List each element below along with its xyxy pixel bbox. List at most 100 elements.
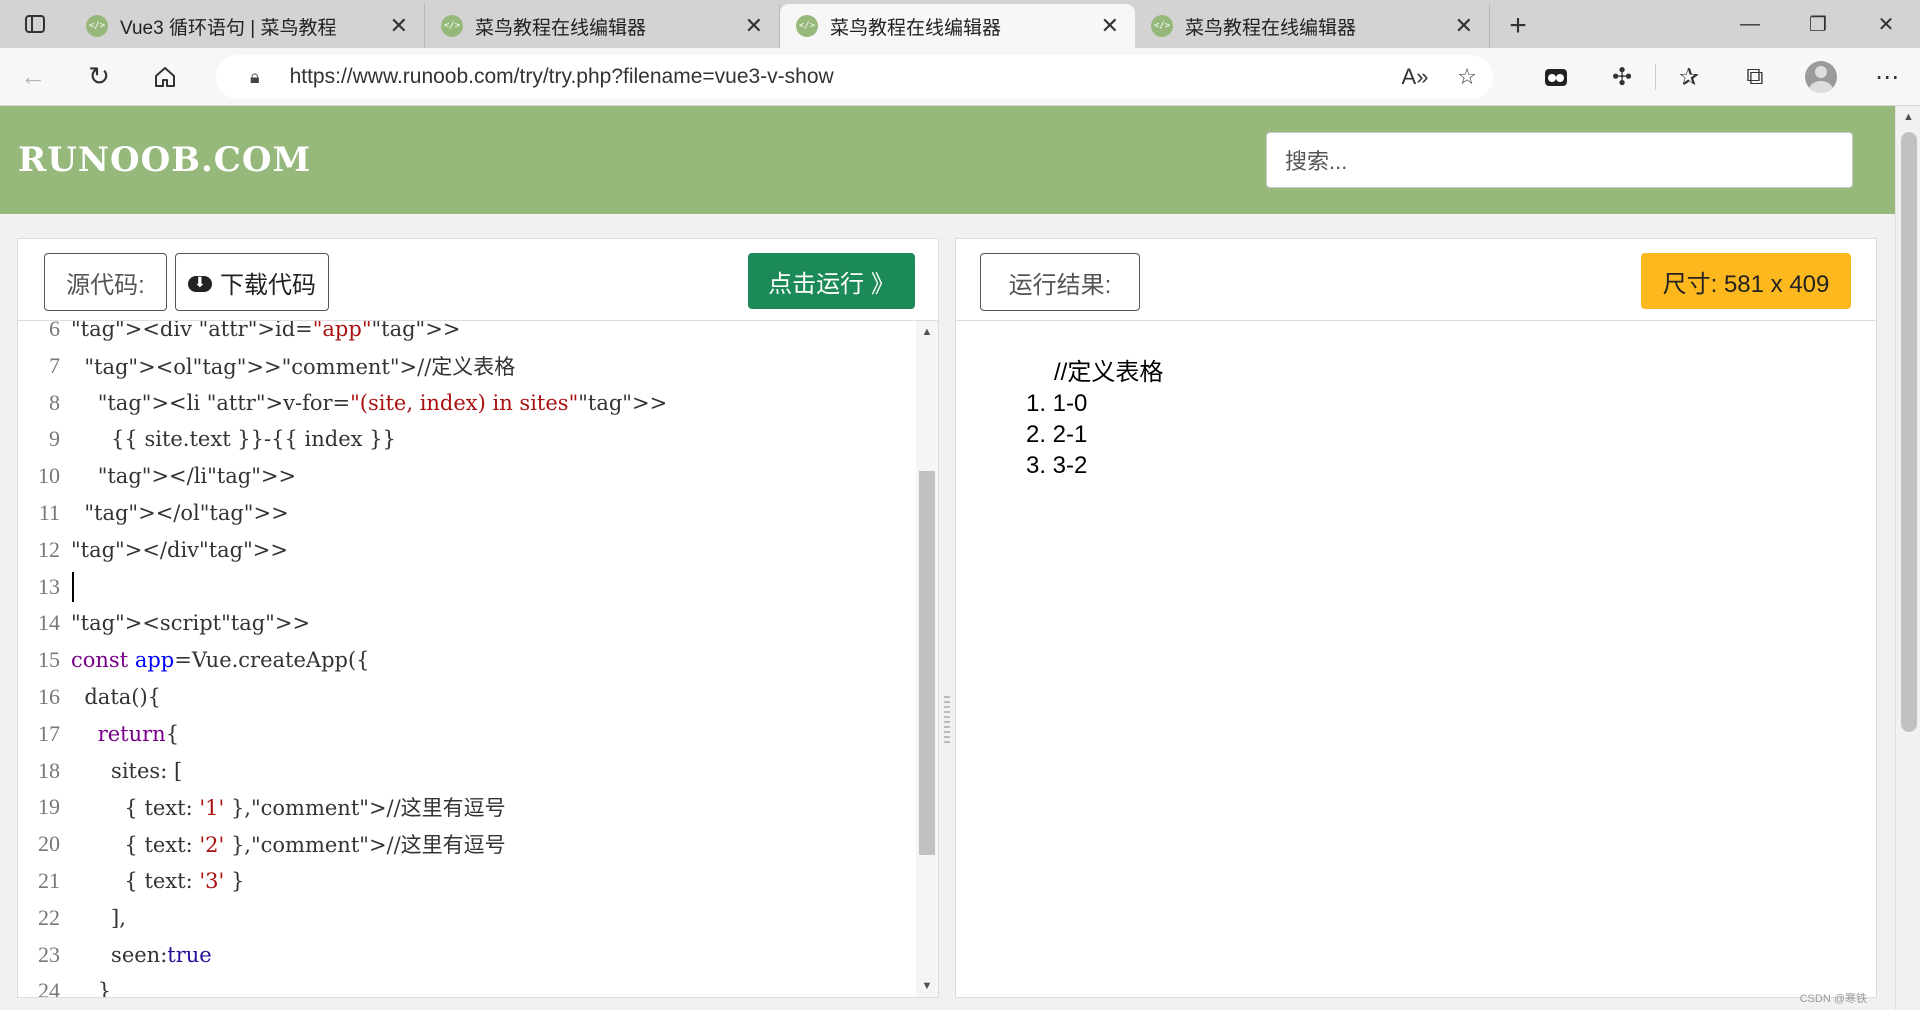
size-badge: 尺寸: 581 x 409 [1641, 253, 1851, 309]
restore-button[interactable]: ❐ [1784, 0, 1852, 48]
code-line[interactable]: 15 const app=Vue.createApp({ [18, 642, 916, 678]
code-line[interactable]: 10 "tag"></li"tag">> [18, 458, 916, 494]
code-line[interactable]: 23 seen:true [18, 937, 916, 973]
runoob-favicon-icon: </> [796, 15, 818, 37]
code-text[interactable]: "tag"></li"tag">> [71, 464, 296, 488]
scroll-up-icon[interactable]: ▲ [1896, 106, 1920, 128]
back-button[interactable]: ← [0, 48, 66, 106]
code-text[interactable]: "tag"><div "attr">id="app""tag">> [71, 321, 460, 341]
new-tab-button[interactable]: + [1490, 4, 1546, 48]
code-text[interactable]: ], [71, 906, 126, 930]
read-aloud-icon[interactable]: A» [1389, 64, 1441, 90]
code-text[interactable]: const app=Vue.createApp({ [71, 648, 370, 672]
site-logo[interactable]: RUNOOB.COM [18, 140, 311, 180]
code-text[interactable]: "tag"><li "attr">v-for="(site, index) in… [71, 391, 667, 415]
download-code-button[interactable]: 下载代码 [175, 253, 329, 311]
code-line[interactable]: 19 { text: '1' },"comment">//这里有逗号 [18, 789, 916, 825]
refresh-button[interactable]: ↻ [66, 48, 132, 106]
line-number: 8 [49, 389, 60, 415]
line-number: 19 [38, 794, 60, 820]
code-text[interactable]: { text: '2' },"comment">//这里有逗号 [71, 829, 505, 859]
code-line[interactable]: 9 {{ site.text }}-{{ index }} [18, 421, 916, 457]
source-code-button[interactable]: 源代码: [44, 253, 167, 311]
editor-scrollbar[interactable]: ▲ ▼ [916, 321, 938, 997]
close-tab-icon[interactable]: ✕ [1455, 13, 1473, 39]
tab-actions-menu-button[interactable] [0, 0, 70, 48]
code-line[interactable]: 16 data(){ [18, 679, 916, 715]
tab-title: 菜鸟教程在线编辑器 [1185, 17, 1357, 39]
close-tab-icon[interactable]: ✕ [390, 13, 408, 39]
code-line[interactable]: 7 "tag"><ol"tag">>"comment">//定义表格 [18, 348, 916, 384]
close-window-button[interactable]: ✕ [1852, 0, 1920, 48]
extension-button[interactable] [1523, 48, 1589, 106]
browser-tab-active[interactable]: </> 菜鸟教程在线编辑器 ✕ [780, 4, 1135, 48]
code-text[interactable]: seen:true [71, 943, 212, 967]
browser-tab-1[interactable]: </> Vue3 循环语句 | 菜鸟教程 ✕ [70, 4, 425, 48]
code-line[interactable]: 14 "tag"><script"tag">> [18, 605, 916, 641]
scroll-down-icon[interactable]: ▼ [916, 975, 938, 997]
code-text[interactable]: return{ [71, 722, 179, 746]
run-button[interactable]: 点击运行 》 [748, 253, 915, 309]
lock-icon[interactable]: 🔒︎ [250, 67, 260, 88]
minimize-button[interactable]: — [1716, 0, 1784, 48]
code-text[interactable]: "tag"><ol"tag">>"comment">//定义表格 [71, 351, 515, 381]
code-line[interactable]: 13 [18, 569, 916, 605]
browser-tab-2[interactable]: </> 菜鸟教程在线编辑器 ✕ [425, 4, 780, 48]
url-text[interactable]: https://www.runoob.com/try/try.php?filen… [290, 65, 1389, 89]
add-favorite-icon[interactable]: ☆ [1441, 64, 1493, 90]
code-line[interactable]: 24 } [18, 973, 916, 997]
editor-scroll-thumb[interactable] [919, 471, 935, 855]
code-line[interactable]: 6 "tag"><div "attr">id="app""tag">> [18, 321, 916, 347]
output-list: 1. 1-0 2. 2-1 3. 3-2 [1026, 388, 1163, 481]
code-text[interactable]: } [71, 979, 111, 997]
code-line[interactable]: 11 "tag"></ol"tag">> [18, 495, 916, 531]
code-text[interactable]: "tag"></div"tag">> [71, 538, 288, 562]
code-line[interactable]: 21 { text: '3' } [18, 863, 916, 899]
tab-actions-icon [25, 15, 45, 33]
line-number: 17 [38, 720, 60, 746]
search-input[interactable]: 搜索... [1266, 132, 1853, 188]
code-line[interactable]: 18 sites: [ [18, 753, 916, 789]
code-line[interactable]: 12 "tag"></div"tag">> [18, 532, 916, 568]
address-bar[interactable]: 🔒︎ https://www.runoob.com/try/try.php?fi… [216, 55, 1493, 99]
code-editor[interactable]: 6 "tag"><div "attr">id="app""tag">> 7 "tag… [18, 321, 916, 997]
line-number: 15 [38, 647, 60, 673]
line-number: 18 [38, 757, 60, 783]
extensions-button[interactable]: ✣ [1589, 48, 1655, 106]
avatar [1805, 61, 1837, 93]
code-text[interactable]: "tag"></ol"tag">> [71, 501, 288, 525]
code-text[interactable]: {{ site.text }}-{{ index }} [71, 427, 396, 451]
runoob-favicon-icon: </> [1151, 15, 1173, 37]
close-tab-icon[interactable]: ✕ [745, 13, 763, 39]
scroll-up-icon[interactable]: ▲ [916, 321, 938, 343]
code-line[interactable]: 22 ], [18, 900, 916, 936]
code-text[interactable]: { text: '3' } [71, 869, 244, 893]
profile-button[interactable] [1788, 48, 1854, 106]
extension-game-icon [1545, 69, 1567, 86]
page-scrollbar[interactable]: ▲ [1895, 106, 1920, 1010]
code-text[interactable]: sites: [ [71, 759, 182, 783]
code-line[interactable]: 17 return{ [18, 716, 916, 752]
line-number: 6 [49, 321, 60, 341]
collections-button[interactable]: ⧉ [1722, 48, 1788, 106]
code-text[interactable]: data(){ [71, 685, 161, 709]
result-label-button[interactable]: 运行结果: [980, 253, 1140, 311]
arrow-left-icon: ← [20, 61, 46, 91]
code-text[interactable]: { text: '1' },"comment">//这里有逗号 [71, 792, 505, 822]
close-tab-icon[interactable]: ✕ [1101, 13, 1119, 39]
code-text[interactable]: "tag"><script"tag">> [71, 611, 310, 635]
home-button[interactable] [132, 48, 198, 106]
line-number: 23 [38, 941, 60, 967]
page-scroll-thumb[interactable] [1901, 132, 1917, 732]
browser-tab-4[interactable]: </> 菜鸟教程在线编辑器 ✕ [1135, 4, 1490, 48]
code-line[interactable]: 8 "tag"><li "attr">v-for="(site, index) … [18, 385, 916, 421]
code-line[interactable]: 20 { text: '2' },"comment">//这里有逗号 [18, 826, 916, 862]
settings-menu-button[interactable]: ⋯ [1854, 48, 1920, 106]
panel-resize-handle[interactable] [944, 696, 950, 746]
refresh-icon: ↻ [88, 61, 110, 91]
code-panel: 源代码: 下载代码 点击运行 》 6 "tag"><div "attr">id="… [17, 238, 939, 998]
line-number: 9 [49, 426, 60, 452]
result-panel: 运行结果: 尺寸: 581 x 409 //定义表格 1. 1-0 2. 2-1… [955, 238, 1877, 998]
toolbar-right: ✣ ✰ ⧉ ⋯ [1523, 48, 1920, 106]
favorites-button[interactable]: ✰ [1656, 48, 1722, 106]
